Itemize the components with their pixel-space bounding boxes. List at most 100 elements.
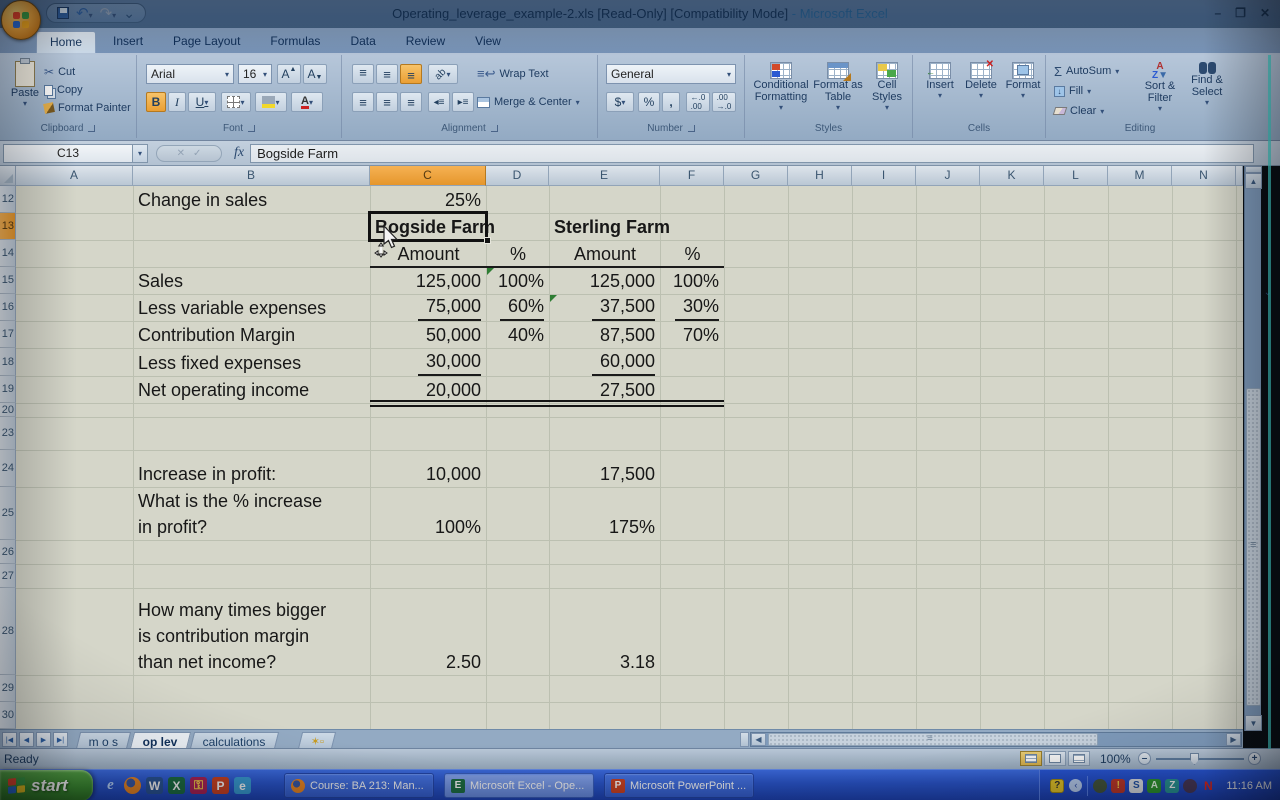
- cell-E17[interactable]: 87,500: [550, 322, 660, 348]
- cell-E16[interactable]: 37,500: [550, 295, 660, 321]
- clear-button[interactable]: Clear▾: [1054, 102, 1104, 120]
- last-sheet-button[interactable]: ▶|: [53, 732, 68, 747]
- decrease-decimal-button[interactable]: .00→.0: [712, 92, 736, 112]
- shrink-font-button[interactable]: A▼: [303, 64, 327, 84]
- underline-button[interactable]: U▾: [188, 92, 216, 112]
- column-header-B[interactable]: B: [133, 166, 370, 186]
- tray-z-icon[interactable]: Z: [1165, 779, 1179, 793]
- row-header-23[interactable]: 23: [0, 417, 16, 450]
- paste-button[interactable]: Paste▾: [8, 61, 42, 123]
- cell-B12[interactable]: Change in sales: [134, 187, 370, 213]
- cell-C18[interactable]: 30,000: [371, 349, 486, 376]
- cell-C25[interactable]: 100%: [371, 488, 486, 540]
- cell-C15[interactable]: 125,000: [371, 268, 486, 294]
- name-box[interactable]: C13: [3, 144, 133, 163]
- number-dialog-launcher[interactable]: [688, 125, 695, 132]
- row-header-19[interactable]: 19: [0, 376, 16, 403]
- insert-cells-button[interactable]: ← Insert▾: [921, 62, 959, 100]
- hide-inactive-icons-button[interactable]: ‹: [1069, 779, 1082, 792]
- comma-format-button[interactable]: ,: [662, 92, 680, 112]
- cell-B15[interactable]: Sales: [134, 268, 370, 294]
- wrap-text-button[interactable]: ≡↩Wrap Text: [477, 65, 549, 83]
- tab-split-handle[interactable]: [740, 732, 749, 747]
- cell-E13[interactable]: Sterling Farm: [550, 214, 670, 240]
- column-header-K[interactable]: K: [980, 166, 1044, 186]
- row-header-16[interactable]: 16: [0, 294, 16, 321]
- cell-styles-button[interactable]: Cell Styles▾: [865, 62, 909, 112]
- row-header-26[interactable]: 26: [0, 540, 16, 564]
- page-layout-view-button[interactable]: [1044, 751, 1066, 766]
- scroll-up-button[interactable]: ▲: [1245, 173, 1262, 189]
- percent-format-button[interactable]: %: [638, 92, 660, 112]
- formula-input[interactable]: Bogside Farm: [250, 144, 1254, 163]
- cell-D14[interactable]: %: [487, 241, 549, 267]
- excel-icon[interactable]: X: [168, 777, 185, 794]
- number-format-select[interactable]: General▾: [606, 64, 736, 84]
- cell-D17[interactable]: 40%: [487, 322, 549, 348]
- minimize-button[interactable]: –: [1214, 6, 1221, 20]
- prev-sheet-button[interactable]: ◀: [19, 732, 34, 747]
- horizontal-scrollbar[interactable]: ◀ ▶: [750, 732, 1242, 747]
- column-header-L[interactable]: L: [1044, 166, 1108, 186]
- cell-B24[interactable]: Increase in profit:: [134, 451, 370, 487]
- row-header-14[interactable]: 14: [0, 240, 16, 267]
- ribbon-tab-home[interactable]: Home: [36, 31, 96, 53]
- cell-C28[interactable]: 2.50: [371, 589, 486, 675]
- cell-F15[interactable]: 100%: [661, 268, 724, 294]
- tray-globe-icon[interactable]: [1093, 779, 1107, 793]
- task-button-firefox[interactable]: Course: BA 213: Man...: [284, 773, 434, 798]
- column-header-H[interactable]: H: [788, 166, 852, 186]
- fill-button[interactable]: ↓Fill▾: [1054, 82, 1091, 100]
- close-button[interactable]: ✕: [1260, 6, 1270, 20]
- tray-antivirus-icon[interactable]: A: [1147, 779, 1161, 793]
- format-cells-button[interactable]: Format▾: [1003, 62, 1043, 100]
- name-box-dropdown[interactable]: ▾: [133, 144, 148, 163]
- first-sheet-button[interactable]: |◀: [2, 732, 17, 747]
- sheet-tab-m-o-s[interactable]: m o s: [76, 732, 132, 749]
- worksheet-grid[interactable]: ABCDEFGHIJKLMN12131415161718192023242526…: [0, 166, 1243, 729]
- row-header-15[interactable]: 15: [0, 267, 16, 294]
- cell-B16[interactable]: Less variable expenses: [134, 295, 370, 321]
- tray-document-icon[interactable]: S: [1129, 779, 1143, 793]
- bottom-align-button[interactable]: ≡: [400, 64, 422, 84]
- zoom-slider-track[interactable]: [1156, 758, 1244, 760]
- borders-button[interactable]: ▾: [221, 92, 251, 112]
- cell-F14[interactable]: %: [661, 241, 724, 267]
- zoom-out-button[interactable]: –: [1138, 752, 1151, 765]
- font-family-select[interactable]: Arial▾: [146, 64, 234, 84]
- sheet-tab-op-lev[interactable]: op lev: [130, 732, 191, 749]
- top-align-button[interactable]: ≡: [352, 64, 374, 84]
- cell-C16[interactable]: 75,000: [371, 295, 486, 321]
- insert-worksheet-tab[interactable]: ✶▫: [298, 732, 336, 749]
- cell-E15[interactable]: 125,000: [550, 268, 660, 294]
- task-button-powerpoint[interactable]: PMicrosoft PowerPoint ...: [604, 773, 754, 798]
- row-header-28[interactable]: 28: [0, 588, 16, 675]
- cell-C24[interactable]: 10,000: [371, 451, 486, 487]
- zoom-in-button[interactable]: +: [1248, 752, 1261, 765]
- align-right-button[interactable]: ≡: [400, 92, 422, 112]
- tray-help-icon[interactable]: ?: [1050, 779, 1064, 793]
- cell-E24[interactable]: 17,500: [550, 451, 660, 487]
- row-header-12[interactable]: 12: [0, 186, 16, 213]
- scroll-down-button[interactable]: ▼: [1245, 715, 1262, 731]
- decrease-indent-button[interactable]: ◂≡: [428, 92, 450, 112]
- row-header-25[interactable]: 25: [0, 487, 16, 540]
- key-icon[interactable]: ⚿: [190, 777, 207, 794]
- autosum-button[interactable]: ΣAutoSum▾: [1054, 62, 1119, 80]
- ribbon-tab-insert[interactable]: Insert: [100, 31, 156, 53]
- word-icon[interactable]: W: [146, 777, 163, 794]
- cell-F16[interactable]: 30%: [661, 295, 724, 321]
- ribbon-tab-data[interactable]: Data: [337, 31, 388, 53]
- scroll-left-button[interactable]: ◀: [751, 733, 766, 746]
- find-select-button[interactable]: Find & Select▾: [1184, 62, 1230, 107]
- middle-align-button[interactable]: ≡: [376, 64, 398, 84]
- cell-C12[interactable]: 25%: [371, 187, 486, 213]
- column-header-F[interactable]: F: [660, 166, 724, 186]
- column-header-A[interactable]: A: [16, 166, 133, 186]
- row-header-18[interactable]: 18: [0, 348, 16, 376]
- vertical-scroll-thumb[interactable]: [1246, 388, 1261, 706]
- tray-alert-icon[interactable]: !: [1111, 779, 1125, 793]
- ribbon-tab-page-layout[interactable]: Page Layout: [160, 31, 253, 53]
- orientation-button[interactable]: ab▾: [428, 64, 458, 84]
- delete-cells-button[interactable]: ✕ Delete▾: [961, 62, 1001, 100]
